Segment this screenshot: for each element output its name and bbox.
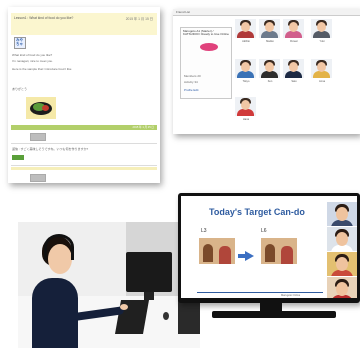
friend-name: Flower xyxy=(290,40,298,43)
friend-name: Anna xyxy=(318,80,326,83)
submit-button[interactable] xyxy=(12,155,24,160)
friend-avatar[interactable] xyxy=(311,19,332,38)
level-label-right: L6 xyxy=(261,228,267,234)
friend-name: Ken xyxy=(267,80,273,83)
friend-name: Tokyo xyxy=(242,80,250,83)
friend-avatar[interactable] xyxy=(283,19,304,38)
profile-edit-link[interactable]: Profile Edit xyxy=(184,88,199,92)
friend-avatar[interactable] xyxy=(283,59,304,78)
window-header: Friend List xyxy=(173,9,360,16)
friends-screenshot: Friend List Marugoto A1 (Starter) / KATS… xyxy=(173,9,360,134)
lesson-monitor: Today's Target Can-do L3 L6 Marugoto Onl… xyxy=(178,193,360,303)
divider xyxy=(11,143,157,144)
slide-title: Today's Target Can-do xyxy=(209,207,305,217)
scene-photo-left xyxy=(199,238,235,264)
friend-name: Sato xyxy=(291,80,297,83)
friend-avatar[interactable] xyxy=(235,59,256,78)
reply-bar: 2015 年 1 月 15 日 xyxy=(11,125,157,130)
video-participant xyxy=(326,252,357,276)
friend-name: Yuki xyxy=(319,40,325,43)
video-participant xyxy=(326,277,357,298)
reply-button[interactable] xyxy=(30,133,46,141)
post-line: What kind of food do you like? xyxy=(12,53,53,57)
user-avatar: みや ちゃ xyxy=(14,37,26,49)
course-card: Marugoto A1 (Starter) / KATSUDOO: Ready … xyxy=(180,27,232,99)
question-text: Lesson1 : What kind of food do you like? xyxy=(14,16,74,20)
post-line: Here is the sample that I introduce food… xyxy=(12,67,72,71)
arrow-right-icon xyxy=(245,251,254,261)
question-date: 2015 年 1 月 15 日 xyxy=(125,17,153,21)
post-line: I'm nanagari, nice to meet you. xyxy=(12,59,53,63)
window-title: Friend List xyxy=(176,10,191,14)
next-post-bar xyxy=(11,167,157,170)
learner-photo xyxy=(18,222,200,348)
friend-avatar[interactable] xyxy=(259,59,280,78)
lesson-screen: Today's Target Can-do L3 L6 Marugoto Onl… xyxy=(181,196,357,298)
friend-avatar[interactable] xyxy=(235,19,256,38)
info-row: Members 20 xyxy=(184,74,201,78)
course-logo xyxy=(200,43,218,51)
info-row: Activity 34 xyxy=(184,80,198,84)
monitor-base xyxy=(212,311,336,318)
monitor-stand xyxy=(260,303,282,311)
desk-monitor xyxy=(126,252,172,292)
comment-label: ありがとう xyxy=(12,87,28,91)
avatar-text: みや ちゃ xyxy=(16,38,23,46)
forum-screenshot: Lesson1 : What kind of food do you like?… xyxy=(8,7,160,183)
friend-avatar[interactable] xyxy=(259,19,280,38)
video-participant xyxy=(326,202,357,226)
question-banner: Lesson1 : What kind of food do you like?… xyxy=(11,13,157,35)
scene-photo-right xyxy=(261,238,297,264)
more-button[interactable] xyxy=(30,174,46,182)
food-photo xyxy=(26,97,56,119)
friend-name: Mariko xyxy=(266,40,274,43)
friend-name: Akihito xyxy=(242,40,250,43)
divider xyxy=(11,165,157,166)
mouse xyxy=(163,312,169,320)
friend-name: Hana xyxy=(242,118,250,121)
reply-bar-date: 2015 年 1 月 15 日 xyxy=(132,126,154,129)
course-title: Marugoto A1 (Starter) / KATSUDOO: Ready … xyxy=(183,29,229,37)
reply-text: 返信 : すごく美味しそうですね。いつも何を作りますか? xyxy=(12,147,89,151)
friend-avatar[interactable] xyxy=(235,97,256,116)
friend-avatar[interactable] xyxy=(311,59,332,78)
video-participant xyxy=(326,227,357,251)
slide-footer: Marugoto Online xyxy=(281,294,301,297)
headset-icon xyxy=(44,234,74,260)
level-label-left: L3 xyxy=(201,228,207,234)
